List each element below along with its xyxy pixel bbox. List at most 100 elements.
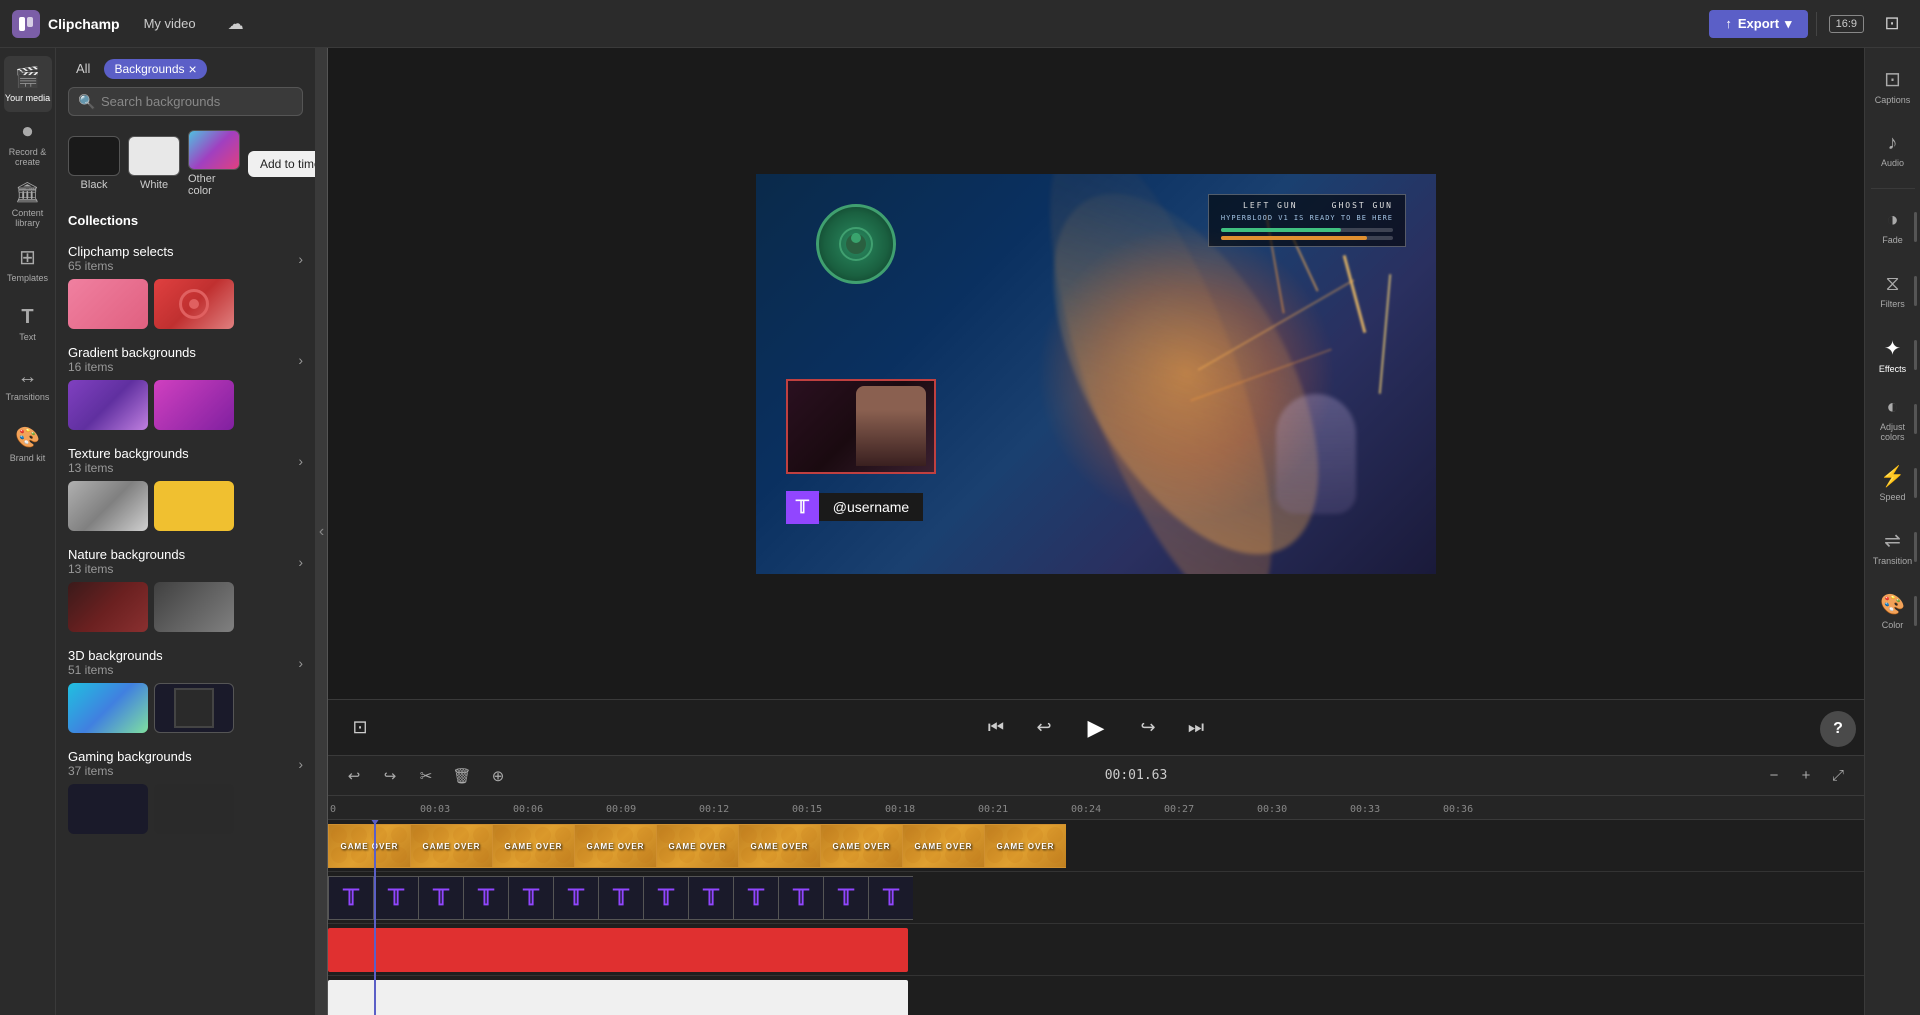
help-button[interactable]: ? <box>1820 711 1856 747</box>
ratio-selector[interactable]: 16:9 <box>1829 15 1864 33</box>
game-over-clip-6[interactable]: GAME OVER <box>738 824 820 868</box>
fit-to-screen-button[interactable]: ⤢ <box>1824 762 1852 790</box>
game-over-clip-3[interactable]: GAME OVER <box>492 824 574 868</box>
duplicate-button[interactable]: ⊕ <box>484 762 512 790</box>
right-panel-speed[interactable]: ⚡ Speed <box>1869 453 1917 513</box>
swatch-black[interactable]: Black <box>68 136 120 191</box>
swatch-other-color[interactable]: Other color <box>188 130 240 197</box>
panel-collapse-handle[interactable]: ‹ <box>316 48 328 1015</box>
collection-name-nature-backgrounds: Nature backgrounds <box>68 547 185 562</box>
sidebar-label-text: Text <box>19 332 36 342</box>
right-panel-color[interactable]: 🎨 Color <box>1869 581 1917 641</box>
export-button[interactable]: ↑ Export ▾ <box>1709 10 1807 38</box>
twitch-clip-1[interactable]: 𝕋 <box>328 876 373 920</box>
undo-button[interactable]: ↩ <box>340 762 368 790</box>
collections-title: Collections <box>56 207 315 236</box>
cloud-icon[interactable]: ☁ <box>220 8 252 40</box>
collection-item-clipchamp-selects[interactable]: Clipchamp selects 65 items › <box>56 236 315 337</box>
collection-count-gradient-backgrounds: 16 items <box>68 360 196 374</box>
search-input[interactable] <box>68 87 303 116</box>
twitch-icon: 𝕋 <box>796 497 809 518</box>
skip-back-button[interactable]: ⏮ <box>980 712 1012 744</box>
sidebar-label-transitions: Transitions <box>6 392 50 402</box>
twitch-clip-12[interactable]: 𝕋 <box>823 876 868 920</box>
right-panel-captions[interactable]: ⊡ Captions <box>1869 56 1917 116</box>
timeline-tracks-area: GAME OVER GAME OVER GAME OVER GAME OVER … <box>328 820 1864 1015</box>
twitch-clip-2[interactable]: 𝕋 <box>373 876 418 920</box>
cut-button[interactable]: ✂ <box>412 762 440 790</box>
search-icon: 🔍 <box>78 93 95 110</box>
sidebar-item-brand-kit[interactable]: 🎨 Brand kit <box>4 416 52 472</box>
right-panel-adjust-colors[interactable]: ◐ Adjust colors <box>1869 389 1917 449</box>
twitch-clip-10[interactable]: 𝕋 <box>733 876 778 920</box>
ruler-mark-12: 00:12 <box>699 804 729 815</box>
ruler-mark-9: 00:09 <box>606 804 636 815</box>
twitch-clip-11[interactable]: 𝕋 <box>778 876 823 920</box>
swatch-white[interactable]: White <box>128 136 180 191</box>
twitch-clip-6[interactable]: 𝕋 <box>553 876 598 920</box>
hud-health-bar <box>1221 228 1341 232</box>
twitch-clip-5[interactable]: 𝕋 <box>508 876 553 920</box>
game-over-clip-4[interactable]: GAME OVER <box>574 824 656 868</box>
transition-label: Transition <box>1873 556 1912 566</box>
screenshot-button[interactable]: ⊡ <box>344 712 376 744</box>
red-bar-track[interactable] <box>328 928 908 972</box>
sidebar-item-content-library[interactable]: 🏛 Content library <box>4 176 52 232</box>
all-filter-button[interactable]: All <box>68 58 98 79</box>
sidebar-label-record-create: Record & create <box>4 147 52 167</box>
delete-button[interactable]: 🗑 <box>448 762 476 790</box>
right-panel-fade[interactable]: ◑ Fade <box>1869 197 1917 257</box>
play-button[interactable]: ▶ <box>1076 708 1116 748</box>
backgrounds-filter-chip[interactable]: Backgrounds × <box>104 59 206 79</box>
zoom-in-button[interactable]: + <box>1792 762 1820 790</box>
collections-scroll: Collections Clipchamp selects 65 items › <box>56 207 315 1015</box>
collection-item-3d-backgrounds[interactable]: 3D backgrounds 51 items › <box>56 640 315 741</box>
right-panel-transition[interactable]: ⇌ Transition <box>1869 517 1917 577</box>
playhead[interactable] <box>374 820 376 1015</box>
zoom-out-button[interactable]: − <box>1760 762 1788 790</box>
forward-button[interactable]: ↪ <box>1132 712 1164 744</box>
color-icon: 🎨 <box>1880 592 1905 617</box>
twitch-logo-icon: 𝕋 <box>883 885 899 911</box>
sidebar-item-record-create[interactable]: ⏺ Record & create <box>4 116 52 172</box>
sidebar-item-your-media[interactable]: 🎬 Your media <box>4 56 52 112</box>
swatch-other-box <box>188 130 240 170</box>
filter-chip-close-icon[interactable]: × <box>189 62 197 76</box>
skip-forward-button[interactable]: ⏭ <box>1180 712 1212 744</box>
game-over-clip-7[interactable]: GAME OVER <box>820 824 902 868</box>
game-over-clip-2[interactable]: GAME OVER <box>410 824 492 868</box>
right-panel: ⊡ Captions ♪ Audio ◑ Fade ⧖ Filters ✦ Ef… <box>1864 48 1920 1015</box>
twitch-clip-8[interactable]: 𝕋 <box>643 876 688 920</box>
add-to-timeline-button[interactable]: Add to timeline <box>248 151 316 177</box>
preview-canvas: LEFT GUN GHOST GUN HYPERBLOOD V1 IS READ… <box>756 174 1436 574</box>
hud-right-title: LEFT GUN GHOST GUN <box>1221 201 1393 210</box>
left-sidebar: 🎬 Your media ⏺ Record & create 🏛 Content… <box>0 48 56 1015</box>
white-bar-track[interactable] <box>328 980 908 1015</box>
video-title-tab[interactable]: My video <box>132 12 208 35</box>
sidebar-item-templates[interactable]: ⊞ Templates <box>4 236 52 292</box>
captions-icon[interactable]: ⊡ <box>1876 8 1908 40</box>
speed-label: Speed <box>1879 492 1905 502</box>
collection-item-texture-backgrounds[interactable]: Texture backgrounds 13 items › <box>56 438 315 539</box>
collection-item-gradient-backgrounds[interactable]: Gradient backgrounds 16 items › <box>56 337 315 438</box>
twitch-logo-icon: 𝕋 <box>523 885 539 911</box>
twitch-clip-3[interactable]: 𝕋 <box>418 876 463 920</box>
right-panel-audio[interactable]: ♪ Audio <box>1869 120 1917 180</box>
right-panel-filters[interactable]: ⧖ Filters <box>1869 261 1917 321</box>
redo-button[interactable]: ↪ <box>376 762 404 790</box>
right-panel-effects[interactable]: ✦ Effects <box>1869 325 1917 385</box>
game-over-clip-5[interactable]: GAME OVER <box>656 824 738 868</box>
collection-item-nature-backgrounds[interactable]: Nature backgrounds 13 items › <box>56 539 315 640</box>
twitch-clip-7[interactable]: 𝕋 <box>598 876 643 920</box>
sidebar-item-transitions[interactable]: ↔ Transitions <box>4 356 52 412</box>
collection-item-gaming-backgrounds[interactable]: Gaming backgrounds 37 items › <box>56 741 315 842</box>
twitch-clip-9[interactable]: 𝕋 <box>688 876 733 920</box>
sidebar-item-text[interactable]: T Text <box>4 296 52 352</box>
twitch-clip-4[interactable]: 𝕋 <box>463 876 508 920</box>
twitch-clip-13[interactable]: 𝕋 <box>868 876 913 920</box>
game-over-clip-1[interactable]: GAME OVER <box>328 824 410 868</box>
game-over-clip-9[interactable]: GAME OVER <box>984 824 1066 868</box>
rewind-button[interactable]: ↩ <box>1028 712 1060 744</box>
sidebar-label-brand-kit: Brand kit <box>10 453 46 463</box>
game-over-clip-8[interactable]: GAME OVER <box>902 824 984 868</box>
